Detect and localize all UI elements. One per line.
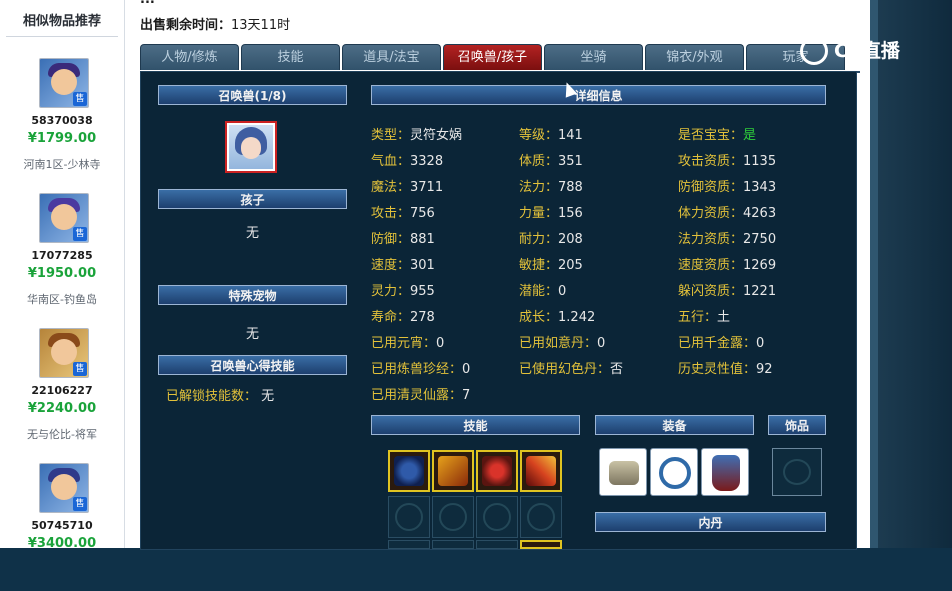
stat-huanse: 已使用幻色丹：否 bbox=[519, 362, 624, 377]
recommend-item[interactable]: 售 58370038 ¥1799.00 河南1区-少林寺 bbox=[0, 58, 124, 186]
skill-slot-slash-icon[interactable] bbox=[520, 450, 562, 492]
stat-qingling: 已用清灵仙露：7 bbox=[371, 388, 471, 403]
stat-lifespan: 寿命：278 bbox=[371, 310, 435, 325]
equip-armor-icon[interactable] bbox=[701, 448, 749, 496]
item-server: 河南1区-少林寺 bbox=[23, 158, 101, 171]
sale-badge: 售 bbox=[73, 92, 87, 106]
cc-logo-icon bbox=[800, 37, 828, 65]
item-thumbnail[interactable]: 售 bbox=[39, 328, 89, 378]
child-value: 无 bbox=[246, 226, 260, 241]
stat-potential: 潜能：0 bbox=[519, 284, 567, 299]
accessory-header: 饰品 bbox=[768, 415, 826, 435]
special-pet-header: 特殊宠物 bbox=[158, 285, 347, 305]
stat-spd-apt: 速度资质：1269 bbox=[678, 258, 777, 273]
item-id: 17077285 bbox=[31, 249, 93, 262]
equip-bracer-icon[interactable] bbox=[599, 448, 647, 496]
item-id: 22106227 bbox=[31, 384, 93, 397]
item-thumbnail[interactable]: 售 bbox=[39, 463, 89, 513]
child-header: 孩子 bbox=[158, 189, 347, 209]
skill-slot-claw-icon[interactable] bbox=[432, 450, 474, 492]
stat-baby: 是否宝宝：是 bbox=[678, 128, 757, 143]
stat-speed: 速度：301 bbox=[371, 258, 435, 273]
stat-type: 类型：灵符女娲 bbox=[371, 128, 463, 143]
stat-atk-apt: 攻击资质：1135 bbox=[678, 154, 777, 169]
stat-mp-apt: 法力资质：2750 bbox=[678, 232, 777, 247]
stat-level: 等级：141 bbox=[519, 128, 583, 143]
equip-ring-icon[interactable] bbox=[650, 448, 698, 496]
stat-attack: 攻击：756 bbox=[371, 206, 435, 221]
accessory-slot-empty-icon[interactable] bbox=[772, 448, 822, 496]
tab-skills[interactable]: 技能 bbox=[241, 44, 340, 70]
similar-items-panel: 相似物品推荐 售 58370038 ¥1799.00 河南1区-少林寺 售 17… bbox=[0, 0, 125, 551]
stat-hp-apt: 体力资质：4263 bbox=[678, 206, 777, 221]
stat-strength: 力量：156 bbox=[519, 206, 583, 221]
stat-defense: 防御：881 bbox=[371, 232, 435, 247]
stat-yuanxiao: 已用元宵：0 bbox=[371, 336, 445, 351]
stat-hp: 气血：3328 bbox=[371, 154, 444, 169]
pet-count-header[interactable]: 召唤兽(1/8) bbox=[158, 85, 347, 105]
stat-lianshou: 已用炼兽珍经：0 bbox=[371, 362, 471, 377]
stat-spirit: 灵力：955 bbox=[371, 284, 435, 299]
skills-header: 技能 bbox=[371, 415, 580, 435]
stat-magic: 法力：788 bbox=[519, 180, 583, 195]
pet-portrait[interactable] bbox=[225, 121, 277, 173]
stat-element: 五行：土 bbox=[678, 310, 731, 325]
detail-header: 详细信息 bbox=[371, 85, 826, 105]
stat-endurance: 耐力：208 bbox=[519, 232, 583, 247]
stat-growth: 成长：1.242 bbox=[519, 310, 596, 325]
stat-qianjinlu: 已用千金露：0 bbox=[678, 336, 765, 351]
partial-title: ... bbox=[140, 0, 440, 7]
stat-def-apt: 防御资质：1343 bbox=[678, 180, 777, 195]
unlocked-skills: 已解锁技能数： 无 bbox=[166, 385, 274, 404]
empty-skill-slot[interactable] bbox=[432, 496, 474, 538]
neidan-header: 内丹 bbox=[595, 512, 826, 532]
empty-skill-slot[interactable] bbox=[520, 496, 562, 538]
item-price: ¥1950.00 bbox=[27, 266, 97, 281]
recommend-item[interactable]: 售 50745710 ¥3400.00 bbox=[0, 463, 124, 591]
item-server: 华南区-钓鱼岛 bbox=[27, 293, 97, 306]
sale-time-label: 出售剩余时间： bbox=[140, 18, 232, 33]
tab-character[interactable]: 人物/修炼 bbox=[140, 44, 239, 70]
divider bbox=[6, 36, 118, 37]
tab-pets[interactable]: 召唤兽/孩子 bbox=[443, 44, 542, 70]
stat-mp: 魔法：3711 bbox=[371, 180, 444, 195]
tab-outfits[interactable]: 锦衣/外观 bbox=[645, 44, 744, 70]
stat-lingxing: 历史灵性值：92 bbox=[678, 362, 773, 377]
tab-bar: 人物/修炼 技能 道具/法宝 召唤兽/孩子 坐骑 锦衣/外观 玩家 bbox=[140, 44, 860, 73]
skill-slot-owl-icon[interactable] bbox=[388, 450, 430, 492]
item-thumbnail[interactable]: 售 bbox=[39, 58, 89, 108]
pet-skill-header: 召唤兽心得技能 bbox=[158, 355, 347, 375]
empty-skill-slot[interactable] bbox=[388, 496, 430, 538]
empty-skill-slot[interactable] bbox=[476, 496, 518, 538]
similar-items-title: 相似物品推荐 bbox=[22, 14, 101, 29]
special-pet-value: 无 bbox=[246, 327, 260, 342]
sale-badge: 售 bbox=[73, 362, 87, 376]
sale-time-value: 13天11时 bbox=[231, 18, 291, 33]
item-price: ¥2240.00 bbox=[27, 401, 97, 416]
sale-time: 出售剩余时间：13天11时 bbox=[140, 14, 290, 33]
item-thumbnail[interactable]: 售 bbox=[39, 193, 89, 243]
equip-header: 装备 bbox=[595, 415, 754, 435]
unlocked-value: 无 bbox=[261, 389, 275, 404]
stat-constitution: 体质：351 bbox=[519, 154, 583, 169]
skill-slot-heart-icon[interactable] bbox=[476, 450, 518, 492]
stat-ruyidan: 已用如意丹：0 bbox=[519, 336, 606, 351]
item-id: 58370038 bbox=[31, 114, 93, 127]
tab-mounts[interactable]: 坐骑 bbox=[544, 44, 643, 70]
stat-dodge-apt: 躲闪资质：1221 bbox=[678, 284, 777, 299]
item-id: 50745710 bbox=[31, 519, 93, 532]
tab-items[interactable]: 道具/法宝 bbox=[342, 44, 441, 70]
sale-badge: 售 bbox=[73, 497, 87, 511]
item-price: ¥3400.00 bbox=[27, 536, 97, 551]
recommend-item[interactable]: 售 22106227 ¥2240.00 无与伦比-将军 bbox=[0, 328, 124, 456]
unlocked-label: 已解锁技能数： bbox=[166, 389, 258, 404]
cc-live-watermark: CC直播 bbox=[798, 34, 928, 68]
page-side-background bbox=[870, 0, 952, 548]
stat-agility: 敏捷：205 bbox=[519, 258, 583, 273]
pet-detail-panel: 召唤兽(1/8) 孩子 无 特殊宠物 无 召唤兽心得技能 已解锁技能数： 无 详… bbox=[140, 71, 857, 550]
item-price: ¥1799.00 bbox=[27, 131, 97, 146]
recommend-item[interactable]: 售 17077285 ¥1950.00 华南区-钓鱼岛 bbox=[0, 193, 124, 321]
sale-badge: 售 bbox=[73, 227, 87, 241]
item-server: 无与伦比-将军 bbox=[27, 428, 97, 441]
